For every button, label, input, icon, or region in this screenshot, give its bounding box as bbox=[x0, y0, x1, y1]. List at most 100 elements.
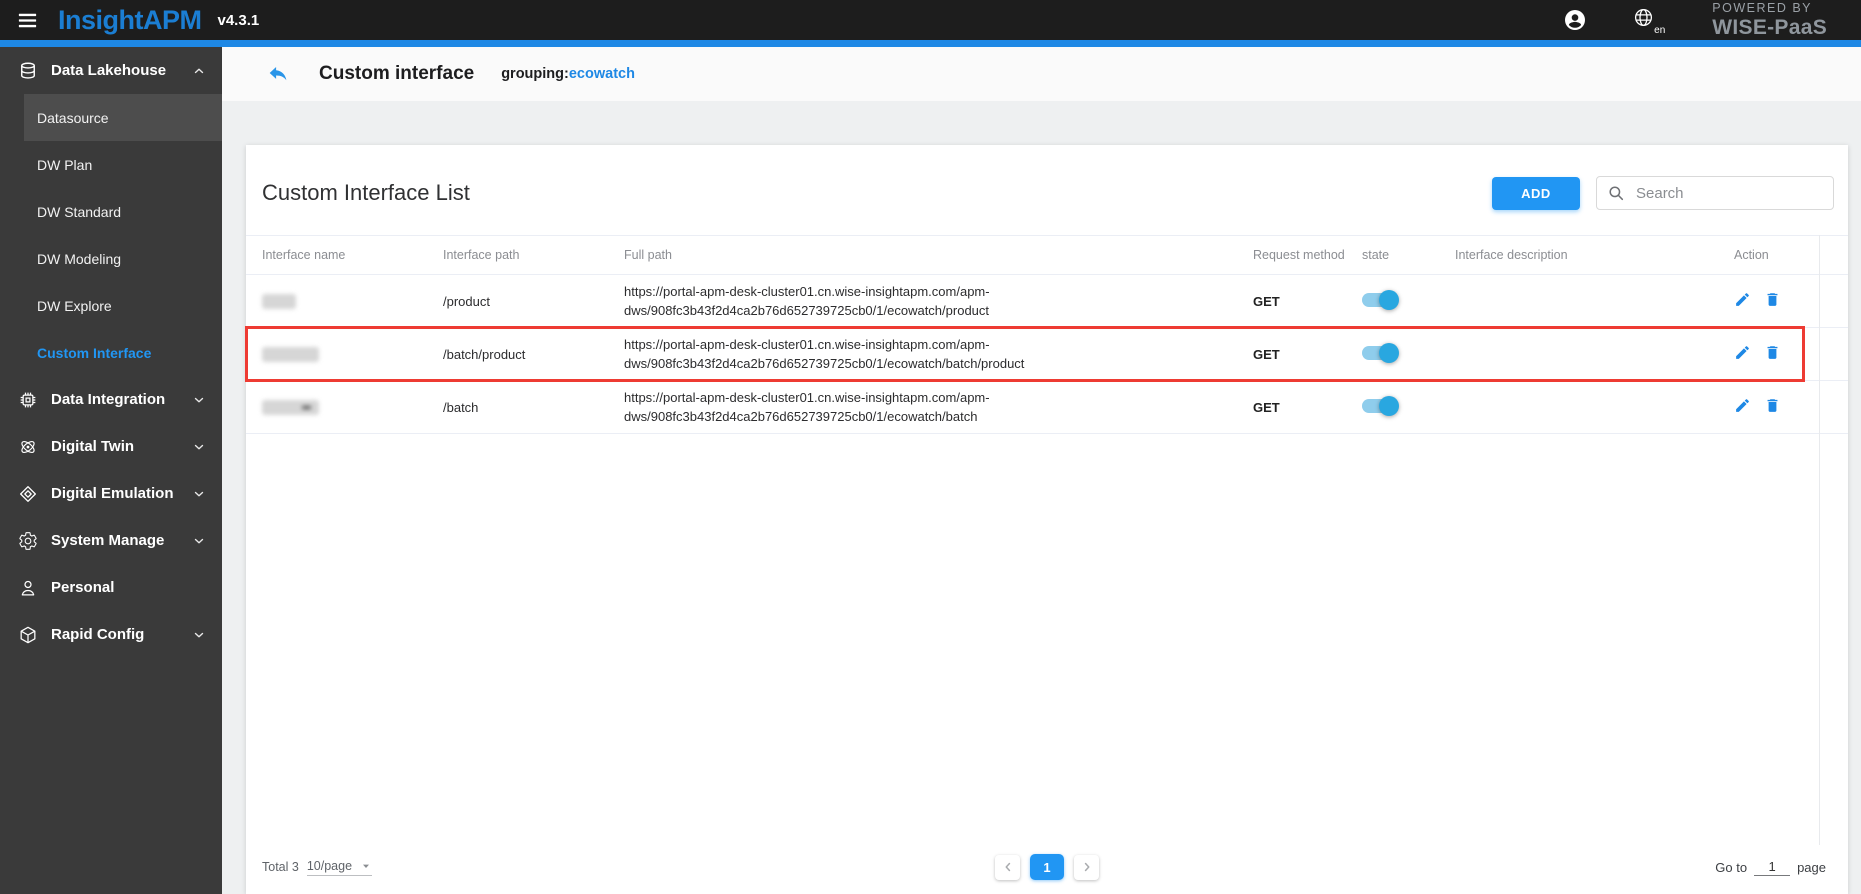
back-arrow-icon[interactable] bbox=[267, 63, 290, 86]
sidebar-item-digital-emulation[interactable]: Digital Emulation bbox=[0, 470, 222, 517]
atom-icon bbox=[18, 437, 38, 457]
state-toggle[interactable] bbox=[1362, 289, 1399, 310]
custom-interface-table: Interface name Interface path Full path Req… bbox=[245, 235, 1848, 845]
pencil-icon bbox=[1734, 344, 1751, 361]
column-header-action: Action bbox=[1734, 248, 1769, 262]
edit-button[interactable] bbox=[1734, 344, 1751, 361]
main-area: Custom interface grouping:ecowatch Custo… bbox=[222, 47, 1861, 894]
footer-left: Total 3 10/page bbox=[262, 858, 373, 876]
search-input[interactable] bbox=[1634, 183, 1823, 203]
action-cell bbox=[1725, 291, 1848, 311]
sidebar-item-custom-interface[interactable]: Custom Interface bbox=[0, 329, 222, 376]
breadcrumb: Custom interface grouping:ecowatch bbox=[222, 47, 1861, 101]
page-size-select[interactable]: 10/page bbox=[306, 858, 373, 876]
redacted-name bbox=[262, 294, 296, 310]
chevron-up-icon bbox=[192, 64, 206, 78]
sidebar-item-rapid-config[interactable]: Rapid Config bbox=[0, 611, 222, 658]
gear-icon bbox=[18, 531, 38, 551]
sidebar-item-label: Rapid Config bbox=[51, 626, 145, 643]
table-row: /batch https://portal-apm-desk-cluster01.… bbox=[246, 381, 1848, 434]
goto-label: Go to bbox=[1715, 859, 1748, 875]
table-header-row: Interface name Interface path Full path Req… bbox=[246, 235, 1848, 275]
powered-by: POWERED BY WISE-PaaS bbox=[1712, 2, 1827, 38]
state-toggle[interactable] bbox=[1362, 395, 1399, 416]
grouping-filter: grouping:ecowatch bbox=[501, 66, 635, 82]
sidebar-item-dw-modeling[interactable]: DW Modeling bbox=[0, 235, 222, 282]
interface-name-cell bbox=[262, 346, 443, 363]
sidebar-item-personal[interactable]: Personal bbox=[0, 564, 222, 611]
powered-by-label: POWERED BY bbox=[1712, 1, 1813, 16]
column-header-request-method: Request method bbox=[1253, 248, 1345, 262]
state-toggle[interactable] bbox=[1362, 342, 1399, 363]
chevron-down-icon bbox=[192, 440, 206, 454]
sidebar-item-label: Digital Emulation bbox=[51, 485, 174, 502]
page-size-value: 10/page bbox=[306, 858, 353, 873]
topbar-right: en POWERED BY WISE-PaaS bbox=[1563, 2, 1845, 38]
content-area: Custom Interface List ADD Interface name… bbox=[222, 101, 1861, 894]
request-method: GET bbox=[1253, 346, 1280, 362]
sidebar-item-datasource[interactable]: Datasource bbox=[24, 94, 222, 141]
edit-button[interactable] bbox=[1734, 397, 1751, 414]
sidebar-item-system-manage[interactable]: System Manage bbox=[0, 517, 222, 564]
goto-suffix: page bbox=[1797, 859, 1826, 875]
top-bar: InsightAPM v4.3.1 en POWERED BY WISE-Paa… bbox=[0, 0, 1861, 40]
interface-path-cell: /batch/product bbox=[443, 346, 526, 362]
search-box bbox=[1596, 176, 1834, 210]
chevron-left-icon bbox=[1001, 860, 1015, 874]
chevron-down-icon bbox=[192, 534, 206, 548]
interface-path-cell: /product bbox=[443, 293, 490, 309]
column-header-full-path: Full path bbox=[624, 248, 672, 262]
redacted-name bbox=[262, 400, 319, 416]
sidebar-item-label: Digital Twin bbox=[51, 438, 135, 455]
delete-button[interactable] bbox=[1764, 397, 1781, 414]
sidebar-item-dw-explore[interactable]: DW Explore bbox=[0, 282, 222, 329]
table-body: /product https://portal-apm-desk-cluster0… bbox=[245, 275, 1848, 845]
pencil-icon bbox=[1734, 291, 1751, 308]
sidebar: Data Lakehouse Datasource DW Plan DW Standa… bbox=[0, 47, 222, 894]
person-icon bbox=[18, 578, 38, 598]
grouping-value[interactable]: ecowatch bbox=[569, 66, 635, 82]
custom-interface-card: Custom Interface List ADD Interface name… bbox=[245, 145, 1848, 894]
globe-icon bbox=[1633, 7, 1654, 28]
chevron-right-icon bbox=[1080, 860, 1094, 874]
sidebar-item-dw-plan[interactable]: DW Plan bbox=[0, 141, 222, 188]
search-icon bbox=[1607, 184, 1625, 202]
menu-icon[interactable] bbox=[16, 9, 39, 32]
delete-button[interactable] bbox=[1764, 344, 1781, 361]
redacted-name bbox=[262, 347, 319, 363]
sidebar-item-dw-standard[interactable]: DW Standard bbox=[0, 188, 222, 235]
sidebar-item-label: Personal bbox=[51, 579, 115, 596]
table-row: /batch/product https://portal-apm-desk-cl… bbox=[245, 326, 1848, 382]
delete-button[interactable] bbox=[1764, 291, 1781, 308]
app-logo: InsightAPM bbox=[58, 4, 202, 35]
list-title: Custom Interface List bbox=[262, 180, 470, 205]
full-path-cell: https://portal-apm-desk-cluster01.cn.wis… bbox=[624, 284, 990, 318]
full-path-cell: https://portal-apm-desk-cluster01.cn.wis… bbox=[624, 337, 1025, 371]
sidebar-item-data-lakehouse[interactable]: Data Lakehouse bbox=[0, 47, 222, 94]
language-switcher[interactable]: en bbox=[1633, 7, 1665, 36]
page-button-1[interactable]: 1 bbox=[1030, 854, 1064, 880]
add-button[interactable]: ADD bbox=[1492, 176, 1580, 210]
chip-icon bbox=[18, 390, 38, 410]
goto-page: Go to page bbox=[1715, 858, 1826, 876]
interface-path-cell: /batch bbox=[443, 399, 479, 415]
edit-button[interactable] bbox=[1734, 291, 1751, 308]
sidebar-item-data-integration[interactable]: Data Integration bbox=[0, 376, 222, 423]
sidebar-item-label: Data Integration bbox=[51, 391, 166, 408]
goto-page-input[interactable] bbox=[1754, 858, 1791, 876]
table-row: /product https://portal-apm-desk-cluster0… bbox=[246, 275, 1848, 328]
screen: InsightAPM v4.3.1 en POWERED BY WISE-Paa… bbox=[0, 0, 1861, 894]
user-avatar-icon[interactable] bbox=[1563, 8, 1587, 32]
pagination: 1 bbox=[995, 854, 1099, 880]
request-method: GET bbox=[1253, 293, 1280, 309]
sidebar-item-digital-twin[interactable]: Digital Twin bbox=[0, 423, 222, 470]
total-count: Total 3 bbox=[262, 860, 299, 874]
action-cell bbox=[1725, 397, 1848, 417]
header-accent-strip bbox=[0, 40, 1861, 47]
column-header-interface-name: Interface name bbox=[262, 248, 346, 262]
next-page-button[interactable] bbox=[1074, 854, 1099, 880]
chevron-down-icon bbox=[192, 393, 206, 407]
prev-page-button[interactable] bbox=[995, 854, 1020, 880]
trash-icon bbox=[1764, 291, 1781, 308]
chevron-down-icon bbox=[192, 487, 206, 501]
